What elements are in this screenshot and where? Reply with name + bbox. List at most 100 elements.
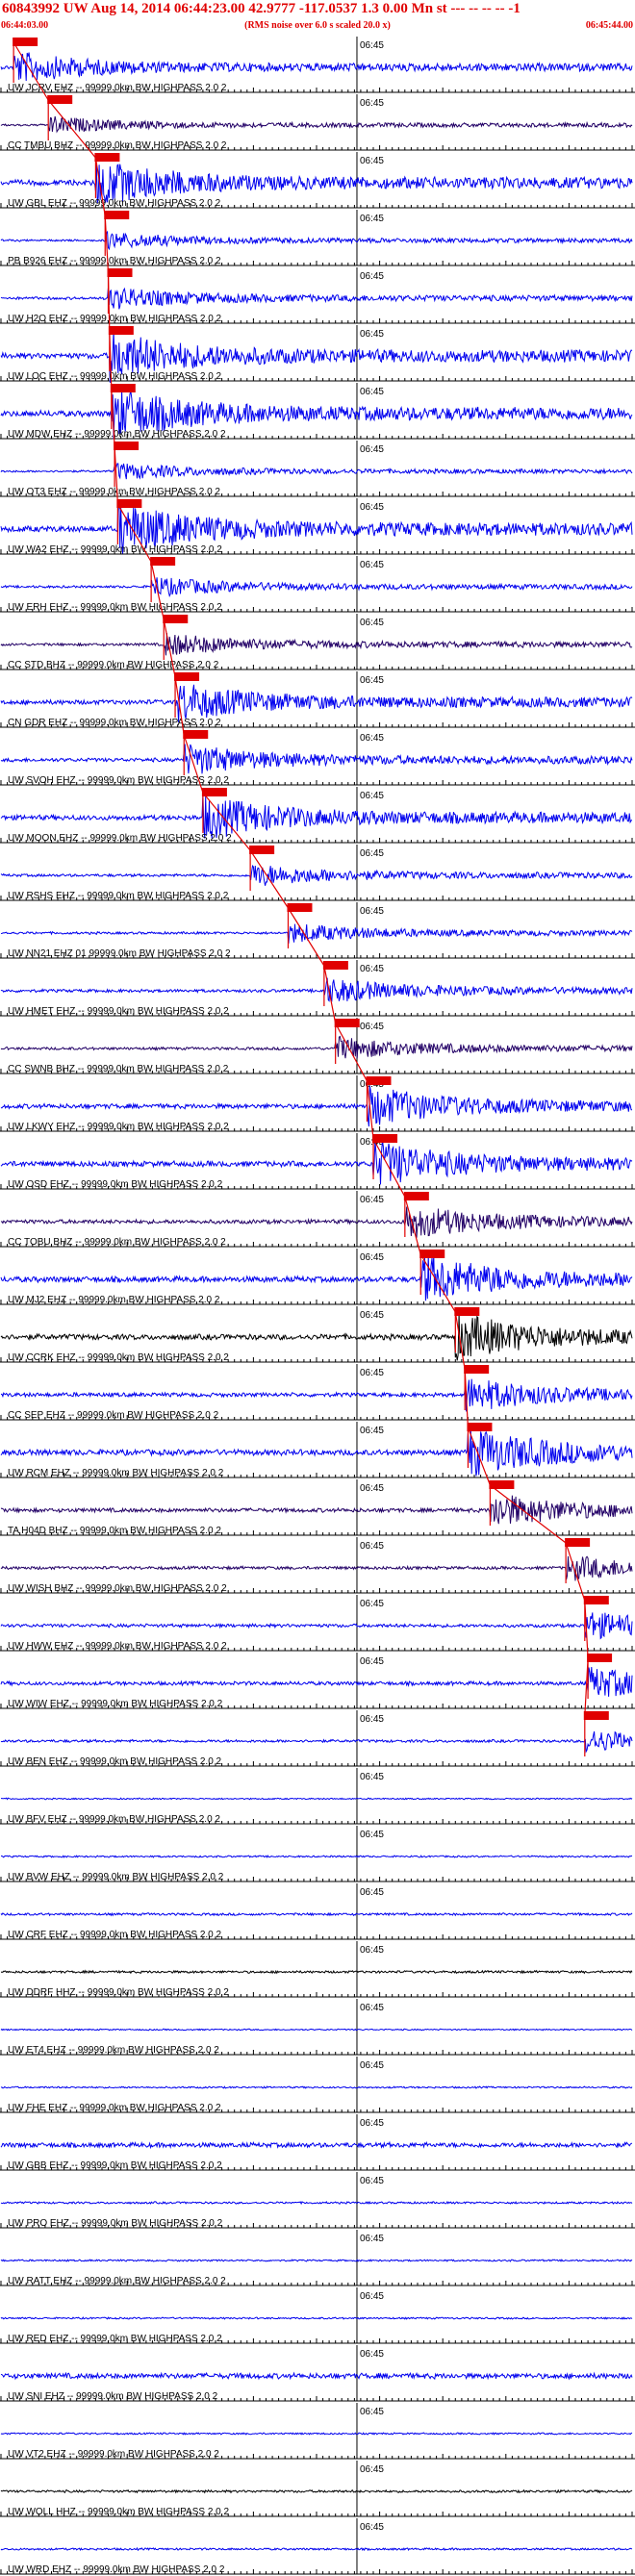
minute-label: 06:45	[360, 2291, 384, 2302]
phase-pick-marker	[107, 268, 133, 277]
waveform-trace	[0, 1969, 633, 1975]
station-label: UW GBL EHZ -- 99999.0km BW HIGHPASS 2.0 …	[8, 198, 221, 209]
station-label: PB B926 EHZ -- 99999.0km BW HIGHPASS 2.0…	[8, 256, 221, 266]
station-label: UW CCRK EHZ -- 99999.0km BW HIGHPASS 2.0…	[8, 1352, 229, 1363]
minute-label: 06:45	[360, 1830, 384, 1840]
record-header: 60843992 UW Aug 14, 2014 06:44:23.00 42.…	[0, 0, 635, 35]
station-label: CC TMBU BHZ -- 99999.0km BW HIGHPASS 2.0…	[8, 140, 227, 151]
station-label: UW MJ2 EHZ -- 99999.0km BW HIGHPASS 2.0 …	[8, 1295, 220, 1305]
waveform-trace	[0, 2259, 633, 2262]
waveform-trace	[0, 1612, 633, 1640]
waveform-trace	[0, 864, 633, 886]
minute-label: 06:45	[360, 2003, 384, 2013]
waveform-trace	[0, 1378, 633, 1412]
minute-label: 06:45	[360, 1772, 384, 1782]
minute-label: 06:45	[360, 2118, 384, 2129]
waveform-trace	[0, 1035, 633, 1059]
station-label: UW WISH BHZ -- 99999.0km BW HIGHPASS 2.0…	[8, 1583, 227, 1594]
station-label: UW CRF EHZ -- 99999.0km BW HIGHPASS 2.0 …	[8, 1930, 222, 1940]
minute-label: 06:45	[360, 1656, 384, 1667]
waveform-trace	[0, 744, 633, 774]
minute-label: 06:45	[360, 156, 384, 166]
station-label: UW LKWY EHZ -- 99999.0km BW HIGHPASS 2.0…	[8, 1122, 229, 1132]
minute-label: 06:45	[360, 560, 384, 570]
phase-pick-marker	[366, 1076, 392, 1085]
phase-pick-marker	[372, 1134, 398, 1143]
station-label: CC SEP EHZ -- 99999.0km BW HIGHPASS 2.0 …	[8, 1410, 219, 1421]
phase-pick-marker	[287, 903, 313, 912]
phase-pick-marker	[322, 961, 348, 970]
waveform-trace	[1, 1797, 633, 1801]
phase-pick-marker	[13, 38, 38, 46]
minute-label: 06:45	[360, 329, 384, 340]
minute-label: 06:45	[360, 1714, 384, 1725]
station-label: CN GDR EHZ -- 99999.0km BW HIGHPASS 2.0 …	[8, 718, 221, 728]
waveform-trace	[0, 2488, 633, 2494]
station-label: UW SVOH EHZ -- 99999.0km BW HIGHPASS 2.0…	[8, 775, 229, 786]
waveform-trace	[0, 1140, 633, 1185]
station-label: UW HMET EHZ -- 99999.0km BW HIGHPASS 2.0…	[8, 1006, 229, 1017]
waveform-trace	[0, 2140, 633, 2150]
minute-label: 06:45	[360, 2176, 384, 2186]
waveform-trace	[0, 1666, 633, 1697]
waveform-trace	[0, 2200, 633, 2206]
waveform-trace	[0, 977, 633, 1002]
minute-label: 06:45	[360, 387, 384, 397]
waveform-trace	[0, 52, 633, 82]
minute-label: 06:45	[360, 98, 384, 109]
phase-pick-marker	[150, 557, 176, 566]
waveform-trace	[0, 463, 633, 480]
rms-noise-note: (RMS noise over 6.0 s scaled 20.0 x)	[244, 20, 391, 31]
waveform-trace	[0, 2546, 632, 2552]
phase-pick-marker	[110, 384, 136, 392]
phase-pick-marker	[464, 1365, 490, 1374]
station-label: UW DDRF HHZ -- 99999.0km BW HIGHPASS 2.0…	[8, 1987, 229, 1998]
phase-pick-marker	[163, 615, 189, 623]
station-label: UW RCM EHZ -- 99999.0km BW HIGHPASS 2.0 …	[8, 1468, 224, 1478]
station-label: UW HWW EHZ -- 99999.0km BW HIGHPASS 2.0 …	[8, 1641, 227, 1652]
station-label: UW FHE EHZ -- 99999.0km BW HIGHPASS 2.0 …	[8, 2103, 221, 2113]
minute-label: 06:45	[360, 618, 384, 628]
minute-label: 06:45	[360, 1541, 384, 1552]
minute-label: 06:45	[360, 2464, 384, 2475]
station-label: UW OT3 EHZ -- 99999.0km BW HIGHPASS 2.0 …	[8, 487, 220, 497]
phase-pick-marker	[467, 1423, 493, 1431]
station-label: UW WOLL HHZ -- 99999.0km BW HIGHPASS 2.0…	[8, 2507, 229, 2517]
waveform-trace	[0, 2432, 633, 2436]
phase-pick-marker	[183, 730, 209, 739]
phase-pick-marker	[583, 1596, 609, 1604]
waveform-trace	[0, 2028, 633, 2032]
phase-pick-marker	[108, 326, 134, 335]
minute-label: 06:45	[360, 1887, 384, 1898]
station-label: UW RED EHZ -- 99999.0km BW HIGHPASS 2.0 …	[8, 2334, 222, 2344]
minute-label: 06:45	[360, 906, 384, 917]
minute-label: 06:45	[360, 271, 384, 282]
waveform-trace	[0, 1911, 633, 1917]
station-label: UW H2O EHZ -- 99999.0km BW HIGHPASS 2.0 …	[8, 314, 222, 324]
station-label: UW MOON EHZ -- 99999.0km BW HIGHPASS 2.0…	[8, 833, 232, 844]
minute-label: 06:45	[360, 1599, 384, 1609]
station-label: UW WIW EHZ -- 99999.0km BW HIGHPASS 2.0 …	[8, 1699, 223, 1709]
minute-label: 06:45	[360, 675, 384, 686]
waveform-trace	[0, 795, 633, 839]
phase-pick-marker	[587, 1654, 613, 1662]
minute-label: 06:45	[360, 1252, 384, 1263]
minute-label: 06:45	[360, 2349, 384, 2360]
minute-label: 06:45	[360, 2234, 384, 2244]
waveform-trace	[0, 230, 633, 251]
time-end: 06:45:44.00	[585, 20, 633, 31]
waveform-trace	[0, 1085, 632, 1127]
waveform-trace	[0, 1206, 633, 1238]
minute-label: 06:45	[360, 733, 384, 744]
station-label: UW RATT EHZ -- 99999.0km BW HIGHPASS 2.0…	[8, 2276, 226, 2286]
station-label: UW SNI EHZ -- 99999.0km BW HIGHPASS 2.0 …	[8, 2391, 218, 2402]
waveform-trace	[0, 2371, 633, 2381]
phase-pick-marker	[94, 153, 120, 162]
waveform-trace	[0, 1730, 633, 1754]
station-label: UW BEN EHZ -- 99999.0km BW HIGHPASS 2.0 …	[8, 1756, 222, 1767]
station-label: UW RSHS EHZ -- 99999.0km BW HIGHPASS 2.0…	[8, 891, 229, 901]
minute-label: 06:45	[360, 444, 384, 455]
phase-pick-marker	[116, 499, 142, 508]
station-label: UW OSD EHZ -- 99999.0km BW HIGHPASS 2.0 …	[8, 1179, 223, 1190]
minute-label: 06:45	[360, 502, 384, 513]
